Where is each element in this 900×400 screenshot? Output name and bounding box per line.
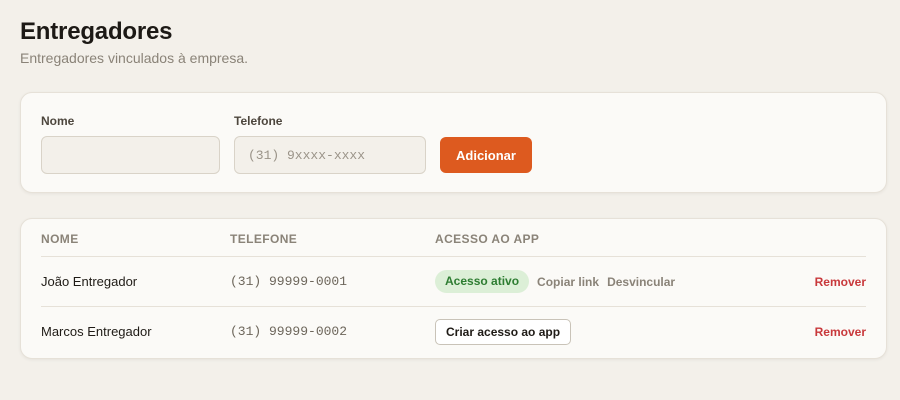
- couriers-table: NOME TELEFONE ACESSO AO APP João Entrega…: [20, 218, 887, 359]
- remove-button[interactable]: Remover: [815, 307, 866, 356]
- courier-name: Marcos Entregador: [41, 324, 152, 339]
- column-header-phone: TELEFONE: [230, 232, 298, 246]
- app-access-cell: Criar acesso ao app: [435, 307, 572, 356]
- table-row: João Entregador (31) 99999-0001 Acesso a…: [41, 257, 866, 306]
- copy-link-button[interactable]: Copiar link: [537, 275, 599, 289]
- create-app-access-button[interactable]: Criar acesso ao app: [435, 318, 572, 345]
- column-header-name: NOME: [41, 232, 79, 246]
- page-subtitle: Entregadores vinculados à empresa.: [20, 50, 249, 66]
- column-header-app-access: ACESSO AO APP: [435, 232, 540, 246]
- add-courier-form: Nome Telefone Adicionar: [20, 92, 887, 193]
- courier-phone: (31) 99999-0002: [230, 324, 348, 339]
- table-row: Marcos Entregador (31) 99999-0002 Criar …: [41, 306, 866, 356]
- name-field-group: Nome: [41, 114, 220, 174]
- phone-input[interactable]: [234, 136, 426, 174]
- unlink-button[interactable]: Desvincular: [607, 275, 675, 289]
- courier-name: João Entregador: [41, 274, 138, 289]
- table-header: NOME TELEFONE ACESSO AO APP: [41, 219, 866, 257]
- name-input[interactable]: [41, 136, 220, 174]
- courier-phone: (31) 99999-0001: [230, 274, 348, 289]
- app-access-cell: Acesso ativo Copiar link Desvincular: [435, 257, 675, 306]
- phone-label: Telefone: [234, 114, 283, 128]
- remove-button[interactable]: Remover: [815, 257, 866, 306]
- add-button[interactable]: Adicionar: [440, 137, 532, 173]
- page-title: Entregadores: [20, 18, 173, 45]
- page: Entregadores Entregadores vinculados à e…: [0, 0, 900, 400]
- name-label: Nome: [41, 114, 75, 128]
- phone-field-group: Telefone: [234, 114, 426, 174]
- access-active-badge: Acesso ativo: [435, 270, 530, 293]
